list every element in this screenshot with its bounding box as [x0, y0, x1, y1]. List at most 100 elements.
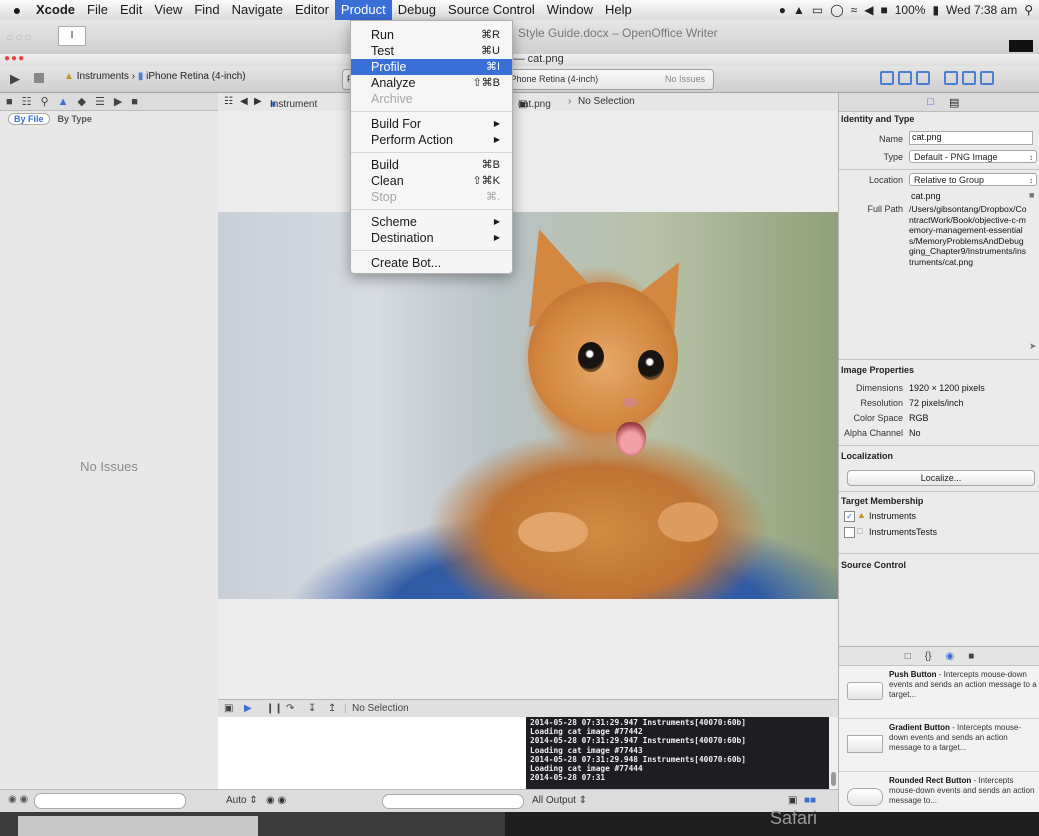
- hide-debug-area-icon[interactable]: ▣: [224, 703, 233, 714]
- file-template-icon[interactable]: □: [905, 651, 911, 662]
- status-app-icon[interactable]: ●: [779, 3, 786, 17]
- media-library-icon[interactable]: ■: [968, 651, 974, 662]
- jump-selection[interactable]: No Selection: [578, 96, 635, 107]
- battery-percent[interactable]: 100%: [895, 3, 926, 17]
- menu-item-test[interactable]: Test ⌘U: [351, 43, 512, 59]
- library-item-push-button[interactable]: Push Button - Intercepts mouse-down even…: [839, 666, 1039, 719]
- scheme-selector[interactable]: ▲ Instruments › ▮ iPhone Retina (4-inch): [64, 71, 246, 82]
- utilities-toggle-icon[interactable]: [980, 71, 994, 85]
- flag-icon[interactable]: ■: [880, 3, 887, 17]
- volume-icon[interactable]: ◀: [864, 3, 873, 17]
- debug-navigator-icon[interactable]: ☰: [95, 95, 105, 108]
- console-output[interactable]: 2014-05-28 07:31:29.947 Instruments[4007…: [526, 717, 829, 789]
- menu-help[interactable]: Help: [599, 0, 638, 20]
- object-library-icon[interactable]: ◉: [945, 651, 954, 662]
- traffic-lights-icon[interactable]: ●●●: [4, 53, 25, 64]
- menu-editor[interactable]: Editor: [289, 0, 335, 20]
- menu-debug[interactable]: Debug: [392, 0, 442, 20]
- menu-product[interactable]: Product: [334, 0, 392, 20]
- library-item-text: Push Button - Intercepts mouse-down even…: [889, 670, 1037, 700]
- variables-filter-input[interactable]: [382, 794, 524, 809]
- menu-item-build[interactable]: Build ⌘B: [351, 157, 512, 173]
- find-navigator-icon[interactable]: ⚲: [41, 95, 49, 108]
- menu-item-destination[interactable]: Destination ▶: [351, 230, 512, 246]
- breakpoints-toggle-icon[interactable]: ▶: [244, 703, 252, 714]
- menu-item-perform-action[interactable]: Perform Action ▶: [351, 132, 512, 148]
- name-field[interactable]: cat.png: [909, 131, 1033, 145]
- spotlight-icon[interactable]: ⚲: [1024, 3, 1033, 17]
- battery-icon[interactable]: ▮: [932, 3, 939, 17]
- console-layout-icon[interactable]: ■■: [804, 795, 816, 806]
- quick-look-icon[interactable]: ◉ ◉: [266, 795, 286, 806]
- time-machine-icon[interactable]: ◯: [830, 3, 843, 17]
- pause-icon[interactable]: ❙❙: [266, 703, 283, 714]
- menu-xcode[interactable]: Xcode: [30, 0, 81, 20]
- library-item-rounded-rect-button[interactable]: Rounded Rect Button - Intercepts mouse-d…: [839, 772, 1039, 812]
- menu-item-scheme[interactable]: Scheme ▶: [351, 214, 512, 230]
- menu-item-label: Test: [371, 44, 394, 58]
- library-item-gradient-button[interactable]: Gradient Button - Intercepts mouse-down …: [839, 719, 1039, 772]
- stop-icon[interactable]: [34, 73, 44, 83]
- menu-navigate[interactable]: Navigate: [226, 0, 289, 20]
- reveal-arrow-icon[interactable]: ➤: [1029, 341, 1037, 352]
- clock[interactable]: Wed 7:38 am: [946, 3, 1017, 17]
- console-scrollbar[interactable]: [829, 717, 838, 789]
- breakpoint-navigator-icon[interactable]: ▶: [114, 95, 122, 108]
- menu-item-shortcut: ⇧⌘B: [472, 77, 500, 89]
- location-select[interactable]: Relative to Group: [909, 173, 1037, 187]
- bg-format-box[interactable]: I: [58, 26, 86, 46]
- menu-view[interactable]: View: [148, 0, 188, 20]
- console-output-select[interactable]: All Output ⇕: [532, 795, 587, 806]
- version-editor-icon[interactable]: [916, 71, 930, 85]
- related-items-icon[interactable]: ☷: [224, 96, 233, 107]
- by-type-button[interactable]: By Type: [58, 114, 92, 124]
- type-select[interactable]: Default - PNG Image: [909, 150, 1037, 164]
- quick-help-icon[interactable]: ▤: [949, 96, 959, 109]
- menu-item-create-bot[interactable]: Create Bot...: [351, 255, 512, 271]
- project-navigator-icon[interactable]: ■: [6, 96, 13, 108]
- navigator-filter-input[interactable]: [34, 793, 186, 809]
- menu-edit[interactable]: Edit: [114, 0, 148, 20]
- step-out-icon[interactable]: ↥: [328, 703, 336, 714]
- apple-menu-icon[interactable]: ●: [4, 2, 30, 18]
- library-item-name: Rounded Rect Button: [889, 776, 972, 785]
- step-into-icon[interactable]: ↧: [308, 703, 316, 714]
- run-icon[interactable]: ▶: [10, 71, 20, 87]
- trash-icon[interactable]: ▣: [788, 795, 797, 806]
- bg-traffic-lights-icon[interactable]: ○○○: [6, 30, 34, 44]
- menu-item-build-for[interactable]: Build For ▶: [351, 116, 512, 132]
- target-1-label: Instruments: [869, 511, 917, 521]
- menu-source-control[interactable]: Source Control: [442, 0, 541, 20]
- menu-window[interactable]: Window: [541, 0, 599, 20]
- filter-options-icon[interactable]: ◉ ◉: [8, 794, 28, 805]
- menu-find[interactable]: Find: [188, 0, 225, 20]
- console-scroll-thumb[interactable]: [831, 772, 836, 786]
- step-over-icon[interactable]: ↷: [286, 703, 294, 714]
- menu-item-run[interactable]: Run ⌘R: [351, 27, 512, 43]
- issue-navigator-icon[interactable]: ▲: [58, 96, 69, 108]
- menu-item-clean[interactable]: Clean ⇧⌘K: [351, 173, 512, 189]
- status-shield-icon[interactable]: ▲: [793, 3, 805, 17]
- code-snippet-icon[interactable]: {}: [925, 651, 932, 662]
- airplay-icon[interactable]: ▭: [812, 3, 823, 17]
- test-navigator-icon[interactable]: ◆: [77, 95, 85, 108]
- navigator-toggle-icon[interactable]: [944, 71, 958, 85]
- folder-icon[interactable]: ■: [1029, 190, 1034, 200]
- by-file-button[interactable]: By File: [8, 113, 50, 125]
- assistant-editor-icon[interactable]: [898, 71, 912, 85]
- log-navigator-icon[interactable]: ■: [131, 96, 138, 108]
- auto-variables-select[interactable]: Auto ⇕: [226, 795, 258, 806]
- back-icon[interactable]: ◀: [240, 96, 248, 107]
- debug-toggle-icon[interactable]: [962, 71, 976, 85]
- wifi-icon[interactable]: ≈: [851, 3, 858, 17]
- file-inspector-icon[interactable]: □: [927, 96, 934, 108]
- target-2-checkbox[interactable]: [844, 527, 855, 538]
- target-1-checkbox[interactable]: ✓: [844, 511, 855, 522]
- menu-item-profile[interactable]: Profile ⌘I: [351, 59, 512, 75]
- menu-file[interactable]: File: [81, 0, 114, 20]
- forward-icon[interactable]: ▶: [254, 96, 262, 107]
- menu-item-analyze[interactable]: Analyze ⇧⌘B: [351, 75, 512, 91]
- standard-editor-icon[interactable]: [880, 71, 894, 85]
- symbol-navigator-icon[interactable]: ☷: [22, 95, 32, 108]
- localize-button[interactable]: Localize...: [847, 470, 1035, 486]
